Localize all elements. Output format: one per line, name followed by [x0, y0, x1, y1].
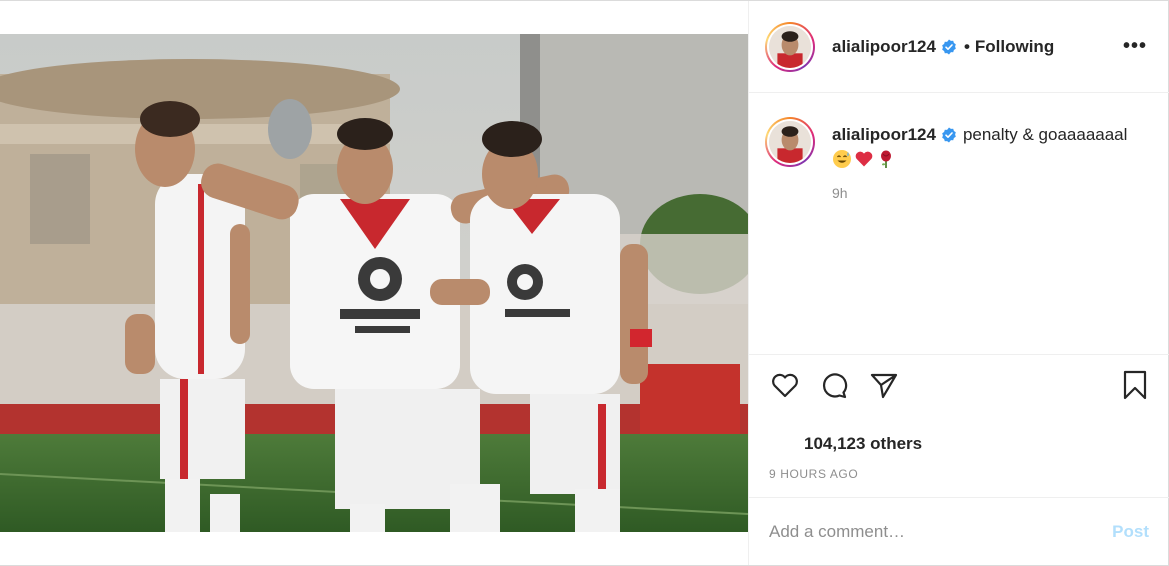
red-heart-emoji: [855, 151, 873, 167]
caption-body: penalty & goaaaaaaal: [962, 125, 1128, 144]
sweat-smile-emoji: [833, 150, 851, 168]
caption-emojis: [832, 149, 1152, 169]
post-time-ago[interactable]: 9 HOURS AGO: [769, 467, 858, 481]
verified-badge-icon: [942, 39, 956, 55]
like-button[interactable]: [769, 369, 801, 401]
post-header: alialipoor124 • Following •••: [749, 1, 1169, 93]
rose-emoji: [881, 150, 891, 168]
post-sidebar: alialipoor124 • Following ••• alialipoor…: [748, 1, 1169, 565]
caption-avatar[interactable]: [765, 117, 815, 167]
caption-username[interactable]: alialipoor124: [832, 123, 936, 147]
likes-count[interactable]: 104,123 others: [804, 434, 922, 454]
avatar[interactable]: [765, 22, 815, 72]
save-button[interactable]: [1119, 369, 1151, 401]
verified-badge-icon: [942, 127, 956, 143]
post-actions: [749, 355, 1169, 417]
share-icon: [870, 373, 898, 399]
comment-bar: Post: [749, 497, 1169, 565]
post-comment-button[interactable]: Post: [1112, 522, 1149, 542]
header-user-row: alialipoor124 • Following: [832, 37, 1054, 57]
header-username[interactable]: alialipoor124: [832, 37, 936, 57]
comment-input[interactable]: [769, 521, 1089, 542]
bookmark-icon: [1123, 370, 1147, 400]
comment-icon: [822, 373, 848, 399]
post-media: [0, 1, 748, 565]
following-button[interactable]: Following: [975, 37, 1054, 57]
profile-photo: [769, 121, 811, 163]
heart-icon: [772, 373, 798, 398]
profile-photo: [769, 26, 811, 68]
separator-dot: •: [963, 37, 970, 56]
caption-text-block: alialipoor124 penalty & goaaaaaaal: [832, 123, 1152, 169]
instagram-post: alialipoor124 • Following ••• alialipoor…: [0, 0, 1169, 566]
more-options-icon[interactable]: •••: [1123, 35, 1147, 58]
post-photo[interactable]: [0, 34, 748, 532]
share-button[interactable]: [868, 369, 900, 401]
caption-timestamp[interactable]: 9h: [832, 185, 848, 201]
football-players-image: [0, 34, 748, 532]
comment-button[interactable]: [818, 369, 850, 401]
